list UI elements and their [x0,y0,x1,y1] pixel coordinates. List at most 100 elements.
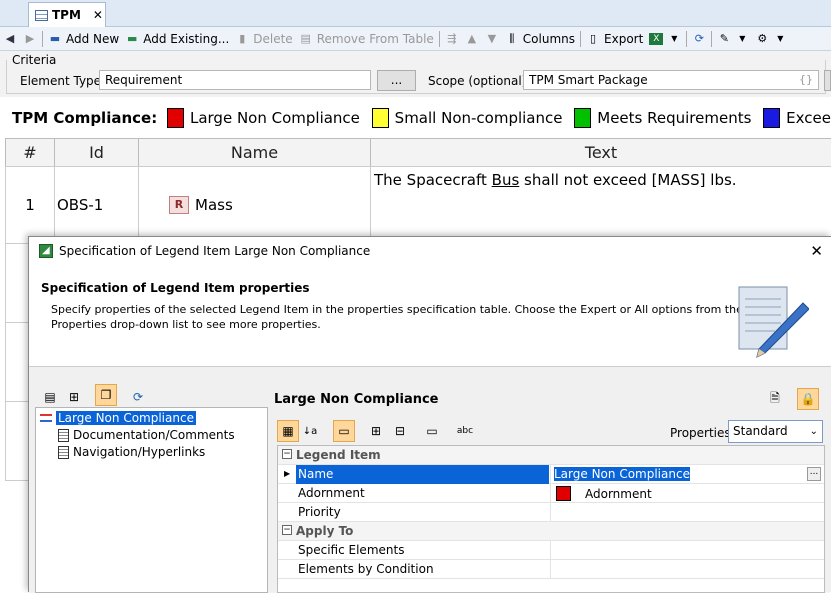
column-header-name[interactable]: Name [138,138,371,167]
tag-button[interactable]: ✎ ▼ [714,28,752,50]
tree-item-label: Documentation/Comments [73,428,235,442]
add-existing-label: Add Existing... [143,31,230,46]
chevron-down-icon: ▼ [777,33,784,43]
collapse-icon[interactable]: − [282,449,292,459]
name-value-field[interactable]: Large Non Compliance [550,465,824,484]
excel-export-button[interactable]: X ▼ [646,28,684,50]
specification-dialog: ◢ Specification of Legend Item Large Non… [28,236,831,593]
priority-value-field[interactable] [550,503,824,522]
id-cell[interactable]: OBS-1 [54,166,139,244]
column-header-number[interactable]: # [5,138,55,167]
copy-button[interactable]: ❐ [95,384,117,406]
name-text: Mass [195,196,233,214]
ellipsis-button[interactable]: ... [807,467,821,481]
columns-icon: ⫼ [509,31,515,45]
legend-item-label: Meets Requirements [597,109,752,127]
document-icon: ▯ [589,31,597,45]
lock-document-button[interactable]: 🗎 [764,388,786,410]
expand-icon: ⊞ [370,424,382,438]
braces-icon[interactable]: {} [799,71,813,89]
remove-row-icon: ▤ [300,31,311,45]
add-existing-button[interactable]: ▬ Add Existing... [122,28,232,50]
spellcheck-button[interactable]: abc [454,420,476,442]
group-apply-to[interactable]: − Apply To [278,522,824,541]
expand-all-button[interactable]: ⊞ [365,420,387,442]
property-row-specific-elements[interactable]: Specific Elements [278,541,824,560]
back-button[interactable]: ◀ [0,28,20,50]
property-row-elements-by-condition[interactable]: Elements by Condition [278,560,824,579]
row-number-cell[interactable]: 1 [5,166,55,244]
list-icon: ▤ [44,390,56,404]
move-up-button[interactable]: ▲ [462,28,482,50]
close-icon[interactable]: ✕ [810,242,823,260]
column-header-text[interactable]: Text [370,138,831,167]
table-icon [35,9,48,21]
dialog-header: Specification of Legend Item properties … [29,265,831,367]
move-down-button[interactable]: ▼ [482,28,502,50]
adornment-value-field[interactable]: Adornment [550,484,824,503]
close-icon[interactable]: ✕ [93,8,103,22]
bus-link[interactable]: Bus [492,171,520,189]
criteria-panel: Criteria Element Type: Requirement ... S… [0,51,831,97]
element-type-field[interactable]: Requirement [99,70,371,90]
refresh-button[interactable]: ⟳ [689,28,709,50]
specific-elements-field[interactable] [550,541,824,560]
browse-button[interactable]: ... [377,70,416,91]
property-row-name[interactable]: ▶ Name Large Non Compliance ... [278,465,824,484]
dialog-title-bar: ◢ Specification of Legend Item Large Non… [29,237,831,265]
text-cell[interactable]: The Spacecraft Bus shall not exceed [MAS… [370,166,831,244]
properties-table: − Legend Item ▶ Name Large Non Complianc… [277,445,825,593]
navigation-tree: Large Non Compliance Documentation/Comme… [35,407,268,593]
tree-item-navigation[interactable]: Navigation/Hyperlinks [58,445,205,459]
refresh-button[interactable]: ⟳ [127,386,149,408]
legend-swatch-green [574,108,592,128]
add-new-button[interactable]: ▬ Add New [45,28,122,50]
property-row-adornment[interactable]: Adornment Adornment [278,484,824,503]
copy-icon: ❐ [100,388,112,402]
editor-tab-bar: TPM ✕ [0,0,831,27]
list-view-button[interactable]: ▤ [39,386,61,408]
column-header-id[interactable]: Id [54,138,139,167]
property-label: Priority [298,505,341,519]
scope-browse-button[interactable] [824,70,831,91]
filter-icon: ▭ [338,424,350,438]
page-icon [58,445,69,459]
excel-icon: X [649,32,664,45]
categorized-view-button[interactable]: ▦ [277,420,299,442]
move-button[interactable]: ⇶ [442,28,462,50]
sort-button[interactable]: ↓a [299,420,321,442]
columns-button[interactable]: ⫼ Columns [502,28,578,50]
tab-tpm[interactable]: TPM ✕ [28,2,106,27]
adornment-swatch [556,486,571,501]
remove-from-table-button[interactable]: ▤ Remove From Table [296,28,437,50]
group-legend-item[interactable]: − Legend Item [278,446,824,465]
export-button[interactable]: ▯ Export [583,28,646,50]
properties-dropdown[interactable]: Standard ⌄ [728,420,823,443]
delete-button[interactable]: ▮ Delete [232,28,295,50]
add-new-icon: ▬ [49,31,61,45]
trash-icon: ▮ [239,31,246,45]
text-part: The Spacecraft [374,171,492,189]
export-label: Export [604,31,644,46]
collapse-icon[interactable]: − [282,525,292,535]
tree-item-documentation[interactable]: Documentation/Comments [58,428,235,442]
filter-button[interactable]: ▭ [333,420,355,442]
arrow-down-icon: ▼ [487,31,497,45]
collapse-all-button[interactable]: ⊟ [389,420,411,442]
lock-button[interactable]: 🔒 [797,388,819,410]
comment-button[interactable]: ▭ [421,420,443,442]
legend-swatch-yellow [371,108,389,128]
legend-item-label: Small Non-compliance [394,109,563,127]
scope-value: TPM Smart Package [529,73,648,87]
group-label: Apply To [296,524,354,538]
options-button[interactable]: ⚙ ▼ [752,28,790,50]
name-cell[interactable]: R Mass [138,166,371,244]
tree-view-button[interactable]: ⊞ [63,386,85,408]
tree-icon: ⊞ [68,390,80,404]
forward-button[interactable]: ▶ [20,28,40,50]
tree-item-large-non-compliance[interactable]: Large Non Compliance [40,411,196,425]
legend-item-label: Large Non Compliance [189,109,360,127]
property-row-priority[interactable]: Priority [278,503,824,522]
scope-field[interactable]: TPM Smart Package {} [523,70,819,90]
elements-by-condition-field[interactable] [550,560,824,579]
